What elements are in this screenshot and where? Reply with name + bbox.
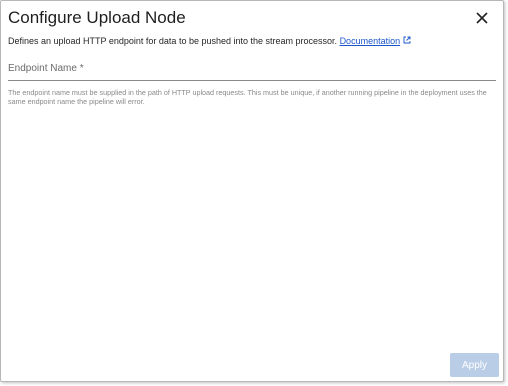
endpoint-name-field[interactable]: Endpoint Name * (8, 63, 500, 85)
close-icon[interactable] (474, 10, 490, 26)
endpoint-name-helper-text: The endpoint name must be supplied in th… (8, 88, 487, 106)
description-text: Defines an upload HTTP endpoint for data… (8, 36, 338, 46)
dialog-title: Configure Upload Node (8, 8, 186, 27)
documentation-link-label: Documentation (339, 36, 401, 46)
endpoint-name-input[interactable] (8, 63, 500, 85)
dialog-description: Defines an upload HTTP endpoint for data… (8, 36, 411, 46)
apply-button[interactable]: Apply (450, 353, 499, 377)
external-link-icon (403, 36, 411, 44)
configure-upload-node-dialog: Configure Upload Node Defines an upload … (0, 0, 504, 382)
documentation-link[interactable]: Documentation (340, 36, 412, 46)
